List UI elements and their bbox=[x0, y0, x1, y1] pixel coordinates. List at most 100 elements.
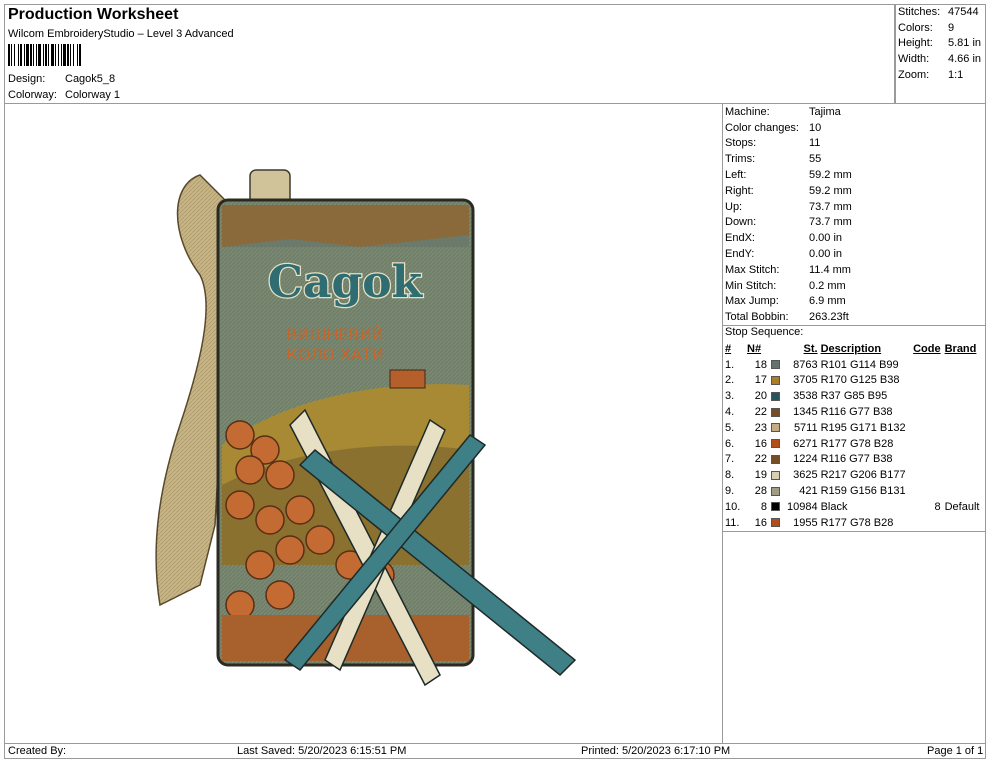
info-value: 10 bbox=[809, 121, 822, 134]
stop-num: 6. bbox=[725, 437, 735, 450]
stop-stitches: 3625 bbox=[793, 469, 818, 482]
stop-color-cell bbox=[771, 467, 787, 483]
stop-code bbox=[913, 483, 941, 499]
design-value: Cagok5_8 bbox=[65, 73, 116, 85]
color-swatch bbox=[771, 423, 780, 433]
stop-code bbox=[913, 436, 941, 452]
stop-color-cell bbox=[771, 357, 787, 373]
info-row: Down: 73.7 mm bbox=[725, 215, 852, 231]
stop-code bbox=[913, 373, 941, 389]
stop-stitches: 1955 bbox=[793, 516, 818, 529]
stop-brand bbox=[941, 373, 980, 389]
stop-stitches: 6271 bbox=[793, 437, 818, 450]
stop-num: 3. bbox=[725, 390, 735, 403]
info-value: Tajima bbox=[809, 105, 841, 118]
info-label: Up: bbox=[725, 200, 743, 213]
color-swatch bbox=[771, 391, 780, 401]
summary-row: Zoom: 1:1 bbox=[898, 67, 981, 83]
info-value: 0.00 in bbox=[809, 232, 843, 245]
barcode bbox=[8, 44, 130, 66]
stop-row: 5. 23 5711 R195 G171 B132 bbox=[725, 420, 979, 436]
created-by: Created By: bbox=[8, 745, 67, 757]
stop-description: R37 G85 B95 bbox=[820, 390, 888, 403]
barcode-bar bbox=[81, 44, 82, 66]
stop-stitches: 421 bbox=[799, 485, 818, 498]
stop-color-cell bbox=[771, 404, 787, 420]
stop-code bbox=[913, 357, 941, 373]
info-label: Left: bbox=[725, 169, 747, 182]
stop-row: 4. 22 1345 R116 G77 B38 bbox=[725, 404, 979, 420]
stop-brand bbox=[941, 515, 980, 531]
stop-num: 7. bbox=[725, 453, 735, 466]
stop-stitches: 1224 bbox=[793, 453, 818, 466]
design-subtitle-line1: ВИШНЕВИЙ bbox=[286, 325, 383, 344]
info-label: Max Stitch: bbox=[725, 263, 780, 276]
house-shape bbox=[389, 369, 426, 389]
color-swatch bbox=[771, 376, 780, 386]
stop-code bbox=[913, 452, 941, 468]
info-label: Min Stitch: bbox=[725, 279, 777, 292]
stop-needle: 28 bbox=[754, 485, 767, 498]
info-label: Color changes: bbox=[725, 121, 799, 134]
stop-color-cell bbox=[771, 499, 787, 515]
stop-num: 8. bbox=[725, 469, 735, 482]
color-swatch bbox=[771, 502, 780, 512]
stop-needle: 20 bbox=[754, 390, 767, 403]
stop-num: 9. bbox=[725, 485, 735, 498]
summary-value: 4.66 in bbox=[948, 53, 982, 66]
info-row: Up: 73.7 mm bbox=[725, 199, 852, 215]
stop-stitches: 3538 bbox=[793, 390, 818, 403]
stop-brand bbox=[941, 483, 980, 499]
stop-needle: 17 bbox=[754, 374, 767, 387]
stop-row: 10. 8 10984 Black 8 Default bbox=[725, 499, 979, 515]
col-st-header: St. bbox=[803, 342, 818, 355]
summary-row: Height: 5.81 in bbox=[898, 36, 981, 52]
stop-code bbox=[913, 388, 941, 404]
color-swatch bbox=[771, 518, 780, 528]
stop-num: 10. bbox=[725, 500, 741, 513]
stop-row: 1. 18 8763 R101 G114 B99 bbox=[725, 357, 979, 373]
last-saved: Last Saved: 5/20/2023 6:15:51 PM bbox=[237, 745, 407, 757]
info-value: 59.2 mm bbox=[809, 184, 852, 197]
stop-color-cell bbox=[771, 436, 787, 452]
col-desc-header: Description bbox=[820, 342, 882, 355]
info-value: 73.7 mm bbox=[809, 216, 852, 229]
summary-value: 9 bbox=[948, 21, 955, 34]
stop-brand bbox=[941, 452, 980, 468]
info-row: Machine: Tajima bbox=[725, 104, 852, 120]
stop-num: 1. bbox=[725, 358, 735, 371]
info-row: Color changes: 10 bbox=[725, 120, 852, 136]
stop-color-cell bbox=[771, 515, 787, 531]
col-brand-header: Brand bbox=[944, 342, 977, 355]
stop-color-cell bbox=[771, 452, 787, 468]
stop-sequence-label: Stop Sequence: bbox=[725, 326, 804, 338]
stop-row: 11. 16 1955 R177 G78 B28 bbox=[725, 515, 979, 531]
stop-sequence-table: # N# St. Description Code Brand 1. 18 8763… bbox=[725, 341, 979, 531]
summary-value: 5.81 in bbox=[948, 37, 982, 50]
info-label: EndY: bbox=[725, 248, 755, 261]
stop-row: 6. 16 6271 R177 G78 B28 bbox=[725, 436, 979, 452]
info-value: 0.00 in bbox=[809, 248, 843, 261]
info-value: 6.9 mm bbox=[809, 295, 846, 308]
stop-description: R177 G78 B28 bbox=[820, 516, 894, 529]
stop-code bbox=[913, 467, 941, 483]
info-label: Stops: bbox=[725, 137, 757, 150]
info-label: Down: bbox=[725, 216, 757, 229]
stop-color-cell bbox=[771, 420, 787, 436]
stop-color-cell bbox=[771, 388, 787, 404]
stop-row: 3. 20 3538 R37 G85 B95 bbox=[725, 388, 979, 404]
stop-description: R101 G114 B99 bbox=[820, 358, 899, 371]
stop-num: 5. bbox=[725, 421, 735, 434]
info-row: Min Stitch: 0.2 mm bbox=[725, 278, 852, 294]
stop-header-row: # N# St. Description Code Brand bbox=[725, 341, 979, 357]
info-value: 263.23ft bbox=[809, 311, 849, 324]
stop-brand bbox=[941, 420, 980, 436]
stop-row: 2. 17 3705 R170 G125 B38 bbox=[725, 373, 979, 389]
stop-needle: 16 bbox=[754, 437, 767, 450]
stop-stitches: 3705 bbox=[793, 374, 818, 387]
stop-stitches: 1345 bbox=[793, 406, 818, 419]
machine-info-table: Machine: Tajima Color changes: 10 Stops: 11… bbox=[725, 104, 852, 325]
stop-needle: 19 bbox=[754, 469, 767, 482]
summary-value: 1:1 bbox=[948, 69, 964, 82]
stop-row: 9. 28 421 R159 G156 B131 bbox=[725, 483, 979, 499]
